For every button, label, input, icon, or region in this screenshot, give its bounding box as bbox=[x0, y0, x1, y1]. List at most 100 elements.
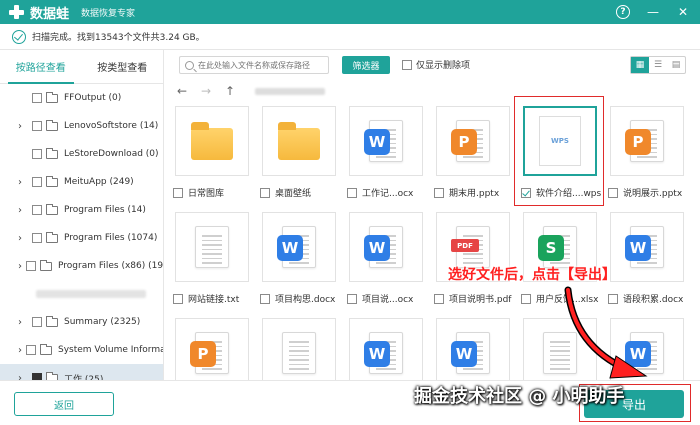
folder-icon bbox=[278, 122, 320, 160]
selected-file-highlight bbox=[514, 96, 604, 206]
expand-arrow-icon[interactable]: › bbox=[18, 205, 28, 216]
search-input[interactable] bbox=[198, 60, 328, 70]
tree-item[interactable]: › 工作 (25) bbox=[0, 364, 163, 380]
expand-arrow-icon[interactable]: › bbox=[18, 177, 28, 188]
file-item[interactable]: 网站链接.txt bbox=[169, 208, 255, 314]
file-thumbnail[interactable]: W bbox=[349, 318, 423, 380]
search-icon bbox=[185, 60, 194, 70]
app-logo: 数据蛙 bbox=[8, 3, 69, 22]
file-thumbnail[interactable] bbox=[262, 106, 336, 176]
tree-checkbox[interactable] bbox=[32, 205, 42, 215]
file-checkbox[interactable] bbox=[521, 293, 531, 304]
tab-by-type[interactable]: 按类型查看 bbox=[82, 50, 164, 83]
list-view-icon[interactable]: ☰ bbox=[649, 57, 667, 73]
file-item[interactable]: P 说明展示.pptx bbox=[604, 102, 690, 208]
file-thumbnail[interactable]: P bbox=[436, 106, 510, 176]
file-thumbnail[interactable]: W bbox=[349, 212, 423, 282]
tab-by-path[interactable]: 按路径查看 bbox=[0, 50, 82, 84]
tree-item-label: MeituApp (249) bbox=[64, 177, 134, 187]
deleted-only-toggle[interactable]: 仅显示删除项 bbox=[402, 58, 470, 71]
expand-arrow-icon[interactable]: › bbox=[18, 261, 22, 272]
filter-button[interactable]: 筛选器 bbox=[342, 56, 390, 74]
expand-arrow-icon[interactable]: › bbox=[18, 317, 28, 328]
tree-item[interactable]: ›LeStoreDownload (0) bbox=[0, 140, 163, 168]
expand-arrow-icon[interactable]: › bbox=[18, 121, 28, 132]
expand-arrow-icon[interactable]: › bbox=[18, 373, 28, 381]
file-name: 日常图库 bbox=[188, 189, 225, 199]
file-name: 期末用.pptx bbox=[449, 189, 500, 199]
expand-arrow-icon[interactable]: › bbox=[18, 233, 28, 244]
tree-checkbox[interactable] bbox=[32, 177, 42, 187]
tree-item[interactable]: › Summary (2325) bbox=[0, 308, 163, 336]
word-badge: W bbox=[451, 341, 477, 367]
minimize-button[interactable]: — bbox=[644, 3, 662, 21]
file-thumbnail[interactable]: P bbox=[175, 318, 249, 380]
window-controls: ? — ✕ bbox=[614, 3, 692, 21]
expand-arrow-icon[interactable]: › bbox=[18, 345, 22, 356]
forward-arrow-icon[interactable]: → bbox=[199, 84, 213, 98]
file-checkbox[interactable] bbox=[347, 293, 357, 304]
file-item[interactable]: W 项目说...ocx bbox=[343, 208, 429, 314]
file-thumbnail[interactable]: P bbox=[610, 106, 684, 176]
deleted-only-checkbox[interactable] bbox=[402, 59, 412, 70]
up-arrow-icon[interactable]: ↑ bbox=[223, 84, 237, 98]
file-checkbox[interactable] bbox=[347, 187, 357, 198]
file-checkbox[interactable] bbox=[260, 293, 270, 304]
tree-checkbox[interactable] bbox=[26, 345, 36, 355]
tree-item[interactable]: › Program Files (1074) bbox=[0, 224, 163, 252]
folder-icon bbox=[46, 203, 58, 215]
tree-checkbox[interactable] bbox=[26, 261, 36, 271]
file-item[interactable]: 桌面壁纸 bbox=[256, 102, 342, 208]
scan-status-bar: 扫描完成。找到13543个文件共3.24 GB。 bbox=[0, 24, 700, 50]
file-item[interactable]: P 期末用.pptx bbox=[430, 102, 516, 208]
tree-item[interactable]: › System Volume Informati bbox=[0, 336, 163, 364]
tree-checkbox[interactable] bbox=[32, 149, 42, 159]
folder-icon bbox=[46, 175, 58, 187]
file-name: 说明展示.pptx bbox=[623, 189, 683, 199]
file-checkbox[interactable] bbox=[173, 293, 183, 304]
file-item[interactable]: 日常图库 bbox=[169, 102, 255, 208]
file-checkbox[interactable] bbox=[173, 187, 183, 198]
file-thumbnail[interactable] bbox=[262, 318, 336, 380]
watermark: 掘金技术社区 @ 小明助手 bbox=[414, 386, 625, 407]
detail-view-icon[interactable]: ▤ bbox=[667, 57, 685, 73]
file-checkbox[interactable] bbox=[608, 187, 618, 198]
tree-checkbox[interactable] bbox=[32, 93, 42, 103]
back-arrow-icon[interactable]: ← bbox=[175, 84, 189, 98]
tree-checkbox[interactable] bbox=[32, 233, 42, 243]
file-thumbnail[interactable]: W bbox=[610, 212, 684, 282]
file-item[interactable]: P bbox=[169, 314, 255, 380]
file-thumbnail[interactable] bbox=[175, 212, 249, 282]
file-thumbnail[interactable]: W bbox=[436, 318, 510, 380]
help-button[interactable]: ? bbox=[614, 3, 632, 21]
tree-item[interactable]: › LenovoSoftstore (14) bbox=[0, 112, 163, 140]
file-thumbnail[interactable] bbox=[175, 106, 249, 176]
tree-checkbox[interactable] bbox=[32, 317, 42, 327]
tree-item[interactable]: › MeituApp (249) bbox=[0, 168, 163, 196]
powerpoint-file-icon: P bbox=[625, 120, 664, 162]
tree-item[interactable]: › bbox=[0, 280, 163, 308]
file-thumbnail[interactable]: W bbox=[349, 106, 423, 176]
grid-view-icon[interactable]: ▦ bbox=[631, 57, 649, 73]
tree-item[interactable]: › Program Files (x86) (1976 bbox=[0, 252, 163, 280]
file-item[interactable]: W bbox=[343, 314, 429, 380]
tree-checkbox[interactable] bbox=[32, 373, 42, 380]
file-item[interactable] bbox=[256, 314, 342, 380]
tree-item[interactable]: ›FFOutput (0) bbox=[0, 84, 163, 112]
word-badge: W bbox=[625, 235, 651, 261]
tree-item[interactable]: › Program Files (14) bbox=[0, 196, 163, 224]
file-checkbox[interactable] bbox=[434, 293, 444, 304]
file-thumbnail[interactable]: W bbox=[262, 212, 336, 282]
file-checkbox[interactable] bbox=[260, 187, 270, 198]
file-item[interactable]: W 项目构思.docx bbox=[256, 208, 342, 314]
sidebar-tabs: 按路径查看 按类型查看 bbox=[0, 50, 163, 84]
file-item[interactable]: PDF 项目说明书.pdf bbox=[430, 208, 516, 314]
search-box[interactable] bbox=[179, 56, 329, 74]
file-item[interactable]: W 工作记...ocx bbox=[343, 102, 429, 208]
tree-checkbox[interactable] bbox=[32, 121, 42, 131]
file-item[interactable]: W bbox=[430, 314, 516, 380]
close-button[interactable]: ✕ bbox=[674, 3, 692, 21]
help-icon: ? bbox=[616, 5, 630, 19]
back-button[interactable]: 返回 bbox=[14, 392, 114, 416]
file-checkbox[interactable] bbox=[434, 187, 444, 198]
